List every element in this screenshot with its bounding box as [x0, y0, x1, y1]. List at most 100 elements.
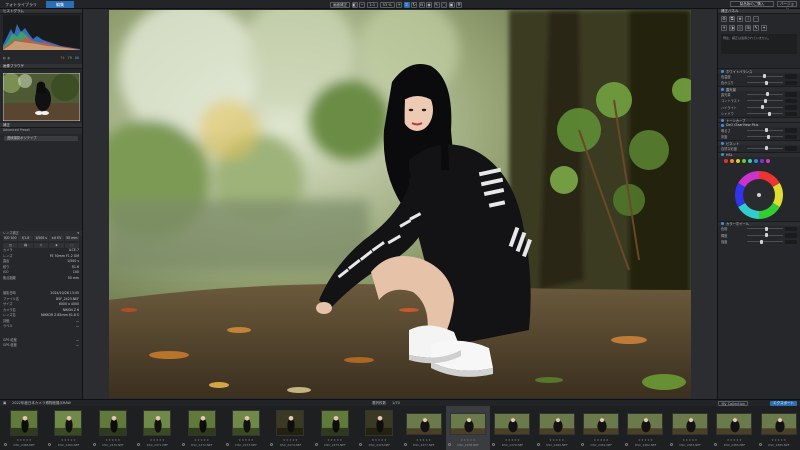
hsl-swatch[interactable]: [742, 158, 746, 163]
zoom-level[interactable]: 53 %: [379, 1, 395, 8]
detail-icon[interactable]: ◇: [737, 25, 743, 31]
hsl-swatch[interactable]: [730, 158, 734, 163]
slider-track[interactable]: [747, 92, 783, 97]
slider-knob[interactable]: [765, 128, 768, 133]
info-icon[interactable]: i: [745, 16, 751, 22]
hsl-swatch[interactable]: [724, 158, 728, 163]
local-icon[interactable]: ✎: [753, 25, 759, 31]
slider-knob[interactable]: [765, 226, 768, 231]
slider-knob[interactable]: [765, 80, 768, 85]
filmstrip-thumbnail[interactable]: ★★★★★ DSC_2479.NEF: [490, 406, 534, 450]
slider-track[interactable]: [747, 134, 783, 139]
slider-knob[interactable]: [767, 111, 771, 116]
filmstrip-thumbnail[interactable]: ★★★★★ DSC_2468.NEF: [2, 406, 46, 450]
export-button[interactable]: エクスポート: [770, 400, 797, 406]
light-icon[interactable]: ☀: [721, 25, 727, 31]
local-adjust-icon[interactable]: ◌: [441, 1, 448, 8]
preset-title[interactable]: Advanced Preset: [0, 128, 82, 134]
effects-icon[interactable]: ✦: [761, 25, 767, 31]
navigator-thumbnail[interactable]: [3, 73, 80, 121]
slider-value[interactable]: [785, 239, 797, 244]
slider-value[interactable]: [785, 233, 797, 238]
lens-option-4[interactable]: ◈: [49, 242, 64, 248]
fit-screen-button[interactable]: 画面補正: [330, 1, 350, 8]
rating-stars[interactable]: ★★★★★: [712, 438, 756, 442]
slider-track[interactable]: [747, 239, 783, 244]
rating-stars[interactable]: ★★★★★: [180, 438, 224, 442]
gear-icon[interactable]: ⚙: [721, 16, 727, 22]
filmstrip-thumbnail[interactable]: ★★★★★ DSC_2472.NEF: [180, 406, 224, 450]
filmstrip-thumbnail[interactable]: ★★★★★ DSC_2469.NEF: [46, 406, 90, 450]
hsl-swatch[interactable]: [760, 158, 764, 163]
rating-stars[interactable]: ★★★★★: [2, 438, 46, 442]
grid-icon[interactable]: #: [456, 1, 463, 8]
filmstrip-thumbnail[interactable]: ★★★★★ DSC_2475.NEF: [313, 406, 357, 450]
rating-stars[interactable]: ★★★★★: [224, 438, 268, 442]
rating-stars[interactable]: ★★★★★: [446, 438, 490, 442]
preset-dropdown[interactable]: 連続撮影ポジテイブ: [4, 135, 78, 141]
slider-knob[interactable]: [761, 105, 765, 110]
filmstrip-thumbnail[interactable]: ★★★★★ DSC_2485.NEF: [757, 406, 800, 450]
hsl-swatch[interactable]: [736, 158, 740, 163]
rating-stars[interactable]: ★★★★★: [535, 438, 579, 442]
rating-stars[interactable]: ★★★★★: [402, 438, 446, 442]
slider-knob[interactable]: [765, 92, 769, 97]
filmstrip-thumbnail[interactable]: ★★★★★ DSC_2478.NEF: [445, 406, 491, 450]
crop-icon[interactable]: ⌗: [403, 1, 410, 8]
rating-stars[interactable]: ★★★★★: [91, 438, 135, 442]
repair-icon[interactable]: ✎: [433, 1, 440, 8]
slider-knob[interactable]: [763, 74, 767, 79]
color-icon[interactable]: ◑: [729, 25, 735, 31]
geometry-icon[interactable]: ⊞: [745, 25, 751, 31]
slider-value[interactable]: [785, 80, 797, 85]
filmstrip-thumbnail[interactable]: ★★★★★ DSC_2481.NEF: [579, 406, 623, 450]
main-photo[interactable]: [109, 10, 691, 398]
filmstrip-thumbnail[interactable]: ★★★★★ DSC_2477.NEF: [402, 406, 446, 450]
slider-track[interactable]: [747, 98, 783, 103]
slider-knob[interactable]: [764, 98, 768, 103]
slider-knob[interactable]: [765, 233, 768, 238]
lens-option-1[interactable]: ◫: [3, 242, 18, 248]
filmstrip-thumbnail[interactable]: ★★★★★ DSC_2473.NEF: [224, 406, 268, 450]
slider-knob[interactable]: [759, 239, 763, 244]
filmstrip-thumbnail[interactable]: ★★★★★ DSC_2471.NEF: [135, 406, 179, 450]
filmstrip-thumbnail[interactable]: ★★★★★ DSC_2484.NEF: [712, 406, 756, 450]
hsl-swatch[interactable]: [766, 158, 770, 163]
horizon-icon[interactable]: ⊟: [418, 1, 425, 8]
slider-value[interactable]: [785, 128, 797, 133]
collection-button[interactable]: My Collection: [718, 400, 748, 406]
rotate-icon[interactable]: ↻: [411, 1, 418, 8]
mask-icon[interactable]: ▣: [448, 1, 455, 8]
star-icon[interactable]: ★: [737, 16, 743, 22]
slider-knob[interactable]: [766, 134, 770, 139]
ratio-button[interactable]: 1:1: [366, 1, 379, 8]
tab-edit[interactable]: 編集: [46, 1, 74, 8]
rating-stars[interactable]: ★★★★★: [46, 438, 90, 442]
slider-track[interactable]: [747, 74, 783, 79]
slider-value[interactable]: [785, 98, 797, 103]
color-wheel[interactable]: [733, 169, 785, 221]
rating-stars[interactable]: ★★★★★: [313, 438, 357, 442]
filmstrip-thumbnail[interactable]: ★★★★★ DSC_2482.NEF: [623, 406, 667, 450]
color-wheel-handle[interactable]: [757, 192, 761, 197]
slider-track[interactable]: [747, 80, 783, 85]
tab-photo-library[interactable]: フォトライブラリ: [2, 1, 40, 8]
filmstrip-thumbnail[interactable]: ★★★★★ DSC_2480.NEF: [535, 406, 579, 450]
rating-stars[interactable]: ★★★★★: [490, 438, 534, 442]
filmstrip-thumbnail[interactable]: ★★★★★ DSC_2470.NEF: [91, 406, 135, 450]
slider-track[interactable]: [747, 128, 783, 133]
loupe-header[interactable]: 画像ブラウザ: [0, 64, 82, 69]
rating-stars[interactable]: ★★★★★: [579, 438, 623, 442]
slider-value[interactable]: [785, 226, 797, 231]
slider-track[interactable]: [747, 233, 783, 238]
slider-track[interactable]: [747, 105, 783, 110]
rating-stars[interactable]: ★★★★★: [357, 438, 401, 442]
rating-stars[interactable]: ★★★★★: [757, 438, 800, 442]
filmstrip-thumbnail[interactable]: ★★★★★ DSC_2483.NEF: [668, 406, 712, 450]
slider-track[interactable]: [747, 226, 783, 231]
slider-value[interactable]: [785, 105, 797, 110]
zoom-in-icon[interactable]: +: [396, 1, 403, 8]
slider-track[interactable]: [747, 146, 783, 151]
slider-value[interactable]: [785, 111, 797, 116]
hsl-swatch[interactable]: [748, 158, 752, 163]
